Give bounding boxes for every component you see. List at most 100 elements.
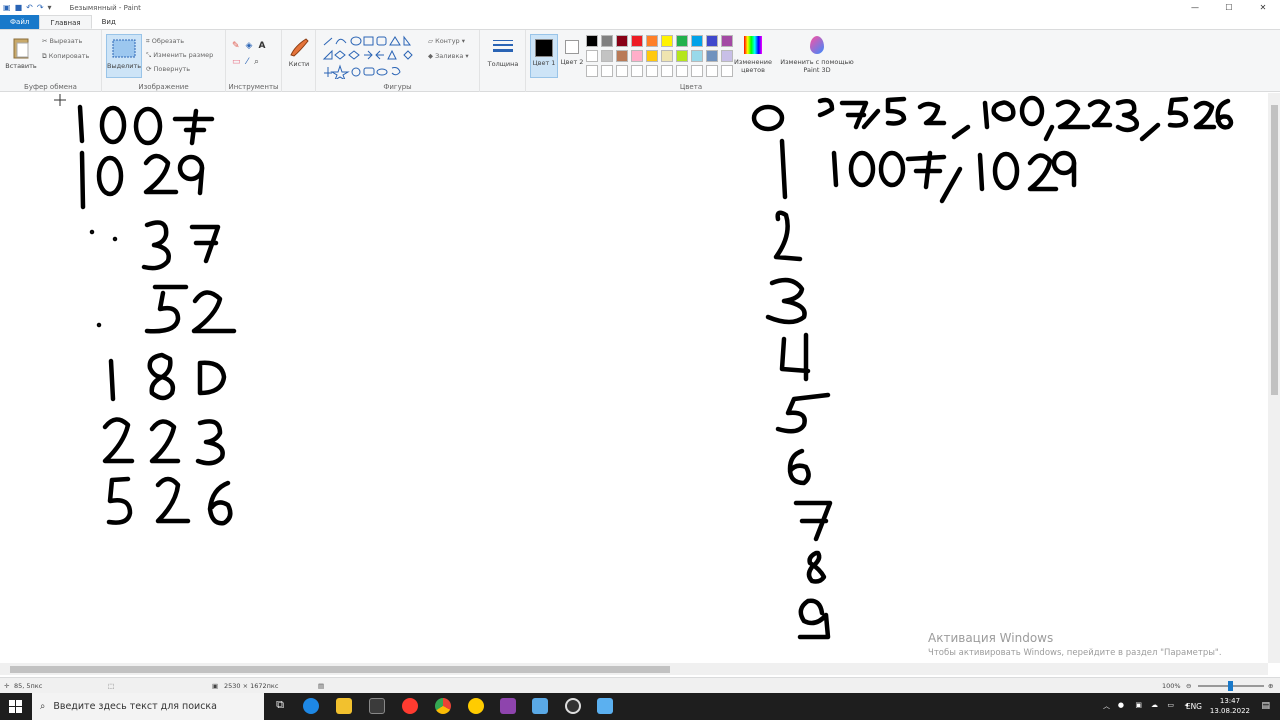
camera-icon[interactable]: ▣ <box>1135 701 1142 709</box>
palette-swatch[interactable] <box>586 65 598 77</box>
customize-chevron-icon[interactable]: ▾ <box>48 3 52 12</box>
color2-button[interactable]: Цвет 2 <box>560 34 584 66</box>
chrome-icon[interactable] <box>435 698 451 714</box>
maximize-button[interactable]: ☐ <box>1212 0 1246 15</box>
task-view-icon[interactable]: ⧉ <box>272 698 288 714</box>
palette-swatch[interactable] <box>646 50 658 62</box>
line-size-icon <box>493 40 513 52</box>
tab-view[interactable]: Вид <box>92 15 126 29</box>
paste-button[interactable]: Вставить <box>4 36 38 70</box>
outline-dropdown[interactable]: ▱ Контур ▾ <box>428 37 465 45</box>
vertical-scrollbar[interactable] <box>1268 93 1280 663</box>
title-bar: ▣ ■ ↶ ↷ ▾ Безымянный - Paint — ☐ ✕ <box>0 0 1280 15</box>
color2-swatch <box>565 40 579 54</box>
notepad-icon[interactable] <box>532 698 548 714</box>
select-button[interactable]: Выделить <box>106 34 142 78</box>
close-button[interactable]: ✕ <box>1246 0 1280 15</box>
taskbar-clock[interactable]: 13:47 13.08.2022 <box>1210 696 1250 716</box>
palette-swatch[interactable] <box>676 65 688 77</box>
paint-window: ▣ ■ ↶ ↷ ▾ Безымянный - Paint — ☐ ✕ Файл … <box>0 0 1280 720</box>
windows-start-icon[interactable] <box>9 700 23 714</box>
resize-button[interactable]: ⤡ Изменить размер <box>146 51 213 60</box>
file-explorer-icon[interactable] <box>336 698 352 714</box>
palette-swatch[interactable] <box>661 50 673 62</box>
zoom-in-button[interactable]: ⊕ <box>1268 682 1273 690</box>
palette-swatch[interactable] <box>631 65 643 77</box>
language-indicator[interactable]: ENG <box>1186 702 1202 711</box>
fill-icon[interactable]: ◈ <box>246 41 259 51</box>
store-icon[interactable] <box>369 698 385 714</box>
palette-swatch[interactable] <box>691 35 703 47</box>
tab-file[interactable]: Файл <box>0 15 40 29</box>
clipboard-group-label: Буфер обмена <box>24 83 77 91</box>
color-picker-icon[interactable]: ⁄ <box>247 57 255 67</box>
brushes-group: Кисти <box>282 30 316 92</box>
tray-chevron-icon[interactable]: ︿ <box>1103 701 1110 711</box>
palette-swatch[interactable] <box>706 65 718 77</box>
vertical-scrollbar-thumb[interactable] <box>1271 105 1278 395</box>
palette-swatch[interactable] <box>661 65 673 77</box>
paint3d-icon <box>810 36 824 54</box>
palette-swatch[interactable] <box>586 35 598 47</box>
yandex-icon[interactable] <box>402 698 418 714</box>
paint-taskbar-icon[interactable] <box>597 698 613 714</box>
undo-icon[interactable]: ↶ <box>26 3 33 12</box>
crop-button[interactable]: ⌗ Обрезать <box>146 37 184 46</box>
palette-swatch[interactable] <box>616 35 628 47</box>
palette-swatch[interactable] <box>646 65 658 77</box>
palette-swatch[interactable] <box>646 35 658 47</box>
file-size-icon: ▤ <box>318 682 325 690</box>
text-icon[interactable]: A <box>258 41 271 51</box>
palette-swatch[interactable] <box>691 50 703 62</box>
drawing-canvas[interactable] <box>0 93 1280 678</box>
image-group: Выделить ⌗ Обрезать ⤡ Изменить размер ⟳ … <box>102 30 226 92</box>
tab-home[interactable]: Главная <box>39 15 92 29</box>
palette-swatch[interactable] <box>601 35 613 47</box>
cloud-icon[interactable]: ☁ <box>1151 701 1158 709</box>
select-icon <box>112 39 136 58</box>
notifications-icon[interactable]: ▤ <box>1261 701 1270 711</box>
zoom-slider-thumb[interactable] <box>1228 681 1233 691</box>
pencil-icon[interactable]: ✎ <box>232 41 246 51</box>
palette-swatch[interactable] <box>691 65 703 77</box>
edge-browser-icon[interactable] <box>303 698 319 714</box>
palette-swatch[interactable] <box>616 65 628 77</box>
size-button[interactable]: Толщина <box>486 38 520 68</box>
zoom-out-button[interactable]: ⊖ <box>1186 682 1191 690</box>
palette-swatch[interactable] <box>706 35 718 47</box>
palette-swatch[interactable] <box>616 50 628 62</box>
brushes-button[interactable]: Кисти <box>284 36 314 68</box>
shapes-gallery-icon[interactable] <box>320 35 424 79</box>
palette-swatch[interactable] <box>586 50 598 62</box>
palette-swatch[interactable] <box>661 35 673 47</box>
copy-button[interactable]: ⧉ Копировать <box>42 52 89 61</box>
cut-button[interactable]: ✂ Вырезать <box>42 37 82 45</box>
palette-swatch[interactable] <box>631 50 643 62</box>
palette-swatch[interactable] <box>676 35 688 47</box>
palette-swatch[interactable] <box>601 50 613 62</box>
redo-icon[interactable]: ↷ <box>37 3 44 12</box>
magnifier-icon[interactable]: ⌕ <box>254 57 265 67</box>
palette-swatch[interactable] <box>706 50 718 62</box>
save-icon[interactable]: ■ <box>15 3 23 12</box>
eraser-icon[interactable]: ▭ <box>232 57 247 67</box>
palette-swatch[interactable] <box>631 35 643 47</box>
visual-studio-icon[interactable] <box>500 698 516 714</box>
horizontal-scrollbar[interactable] <box>0 663 1268 675</box>
color1-button[interactable]: Цвет 1 <box>530 34 558 78</box>
fill-dropdown[interactable]: ◆ Заливка ▾ <box>428 52 469 60</box>
obs-icon[interactable] <box>565 698 581 714</box>
rotate-button[interactable]: ⟳ Повернуть <box>146 65 190 73</box>
zoom-level: 100% <box>1162 682 1181 690</box>
yandex-browser-icon[interactable] <box>468 698 484 714</box>
microphone-icon[interactable]: ● <box>1118 701 1124 709</box>
minimize-button[interactable]: — <box>1178 0 1212 15</box>
edit-colors-button[interactable]: Изменение цветов <box>730 36 776 74</box>
network-icon[interactable]: ▭ <box>1167 701 1174 709</box>
palette-swatch[interactable] <box>676 50 688 62</box>
palette-swatch[interactable] <box>601 65 613 77</box>
taskbar-search-box[interactable]: ⌕ Введите здесь текст для поиска <box>32 693 264 720</box>
paint3d-button[interactable]: Изменить с помощью Paint 3D <box>780 36 854 74</box>
horizontal-scrollbar-thumb[interactable] <box>10 666 670 673</box>
color-wheel-icon <box>744 36 762 54</box>
